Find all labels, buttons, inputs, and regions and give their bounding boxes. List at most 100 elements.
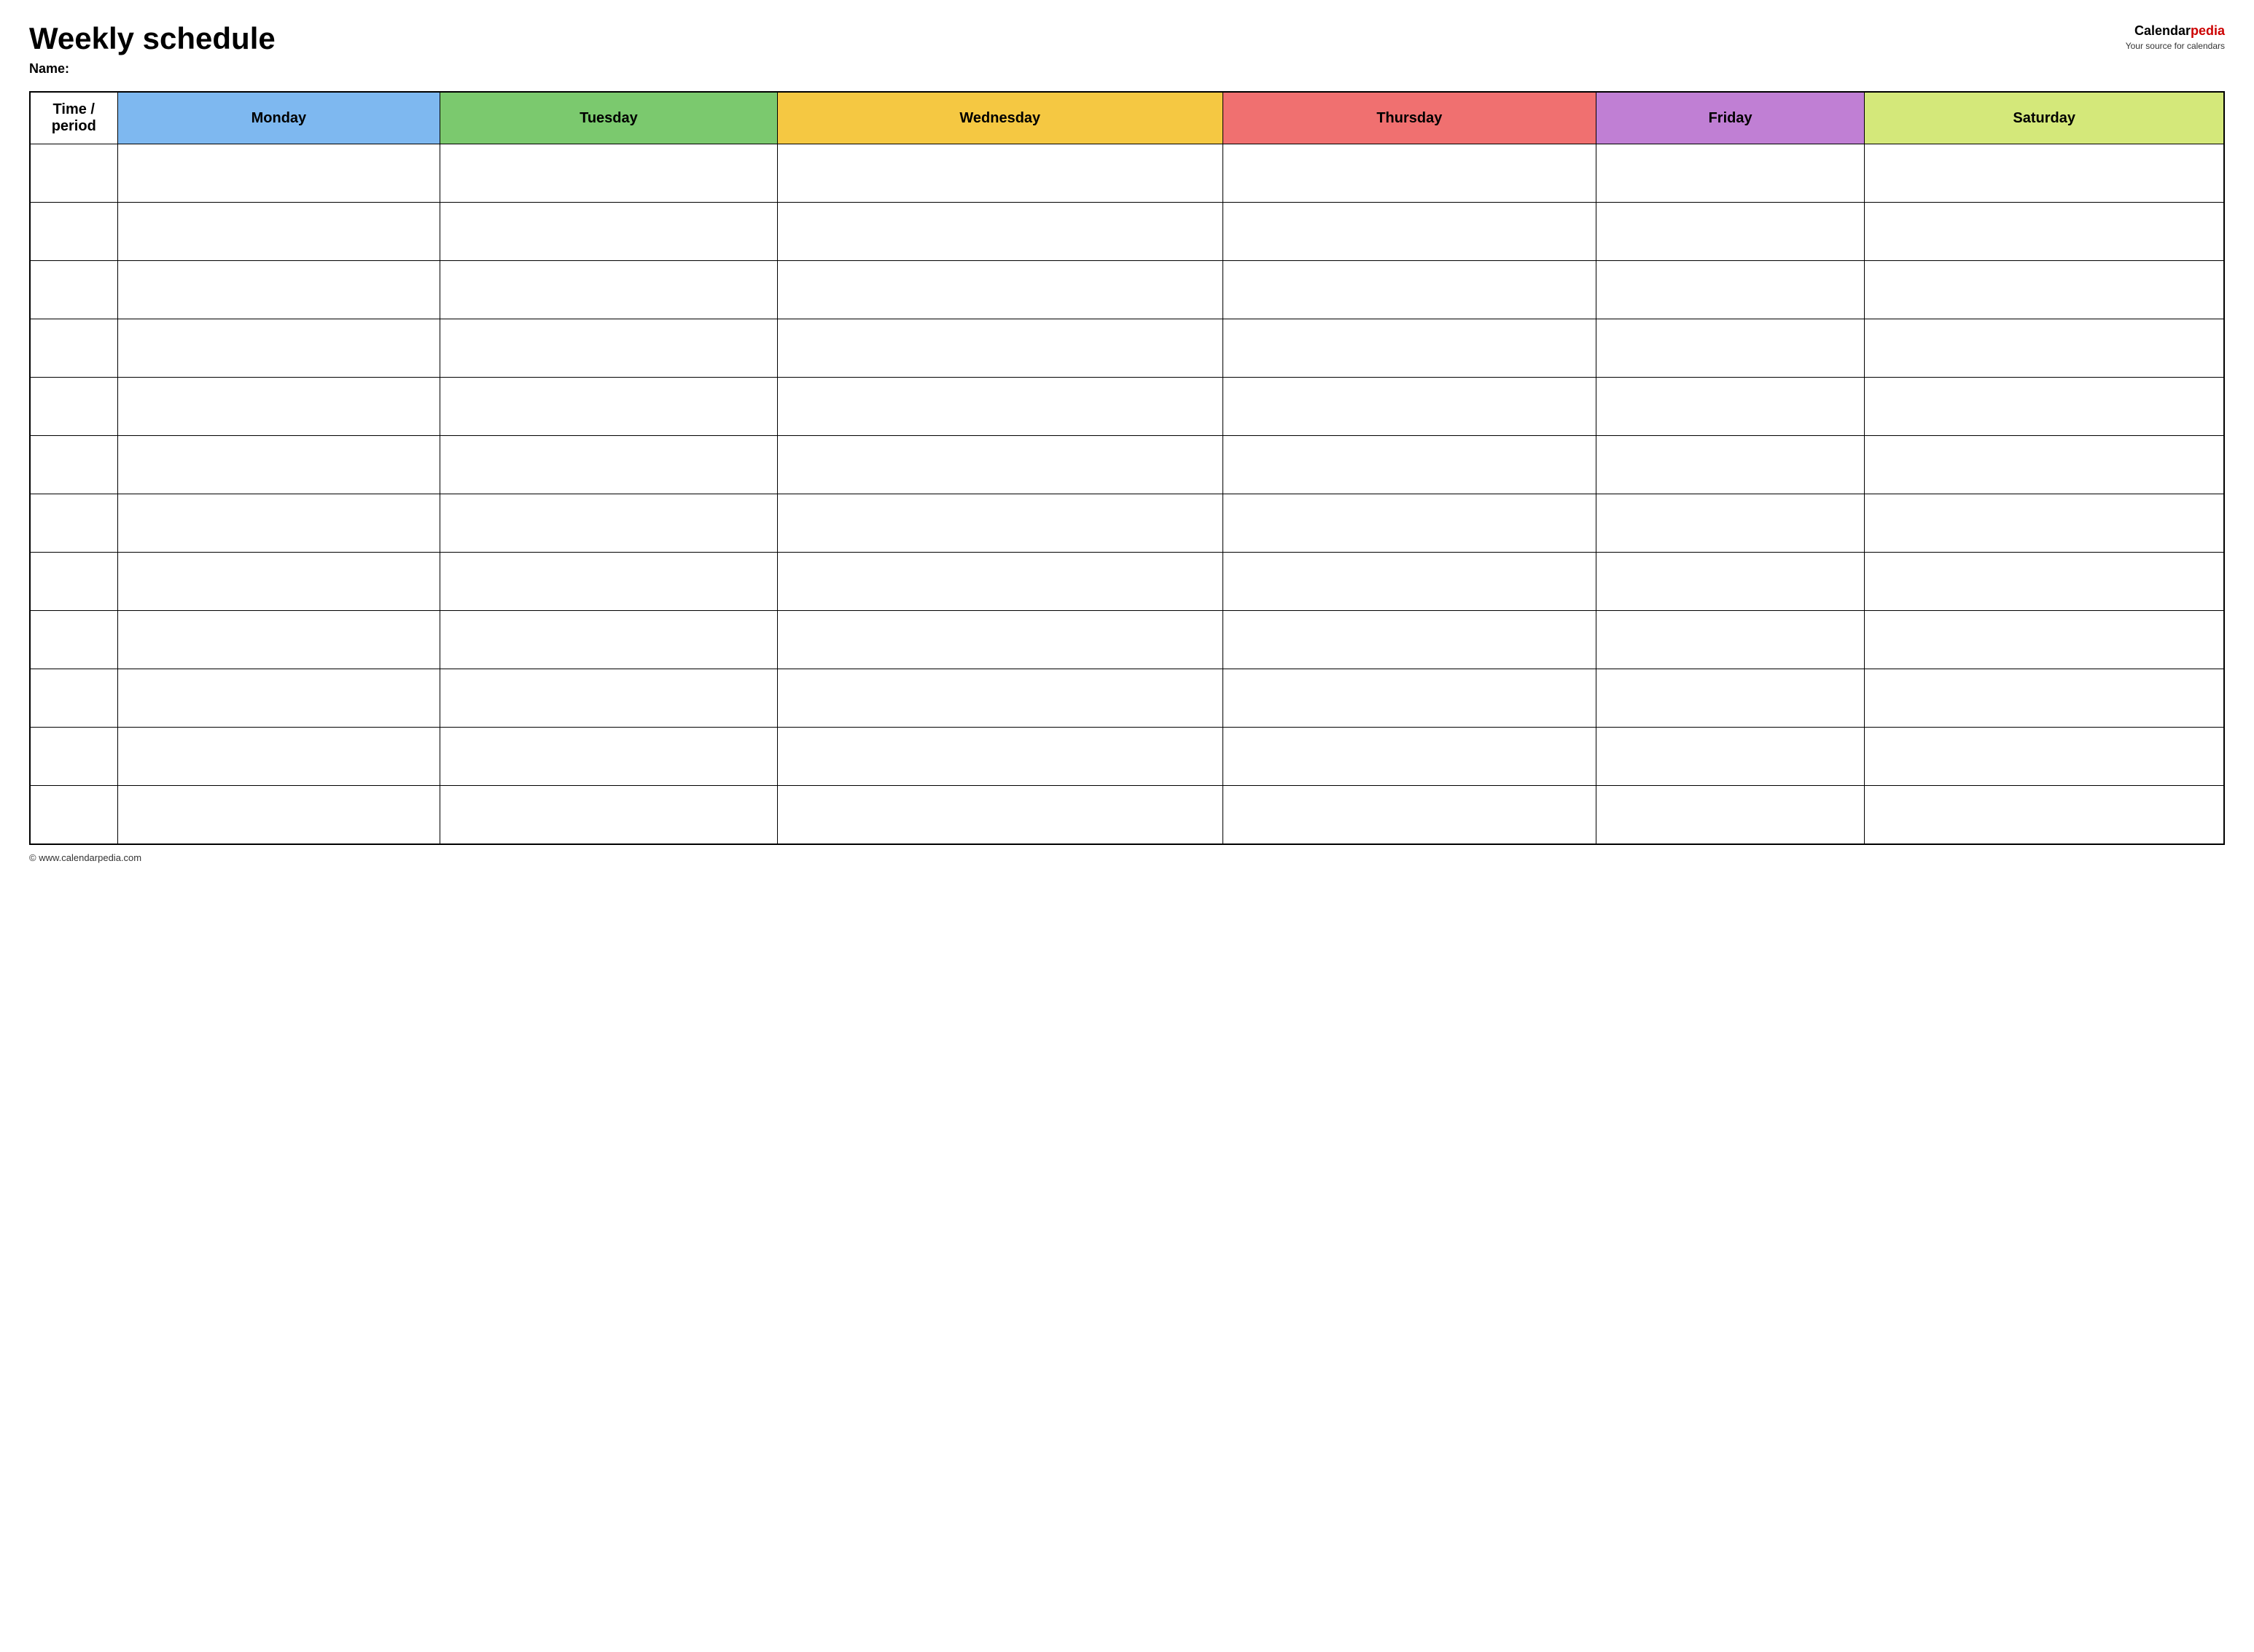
schedule-cell[interactable] <box>1596 669 1864 728</box>
schedule-cell[interactable] <box>1222 786 1596 844</box>
schedule-cell[interactable] <box>1865 436 2224 494</box>
schedule-cell[interactable] <box>1865 494 2224 553</box>
time-cell[interactable] <box>30 203 117 261</box>
schedule-cell[interactable] <box>1596 494 1864 553</box>
schedule-cell[interactable] <box>440 378 777 436</box>
schedule-cell[interactable] <box>777 319 1222 378</box>
schedule-cell[interactable] <box>1865 203 2224 261</box>
logo-brand: Calendarpedia <box>2126 22 2225 40</box>
schedule-cell[interactable] <box>1596 144 1864 203</box>
schedule-cell[interactable] <box>1222 319 1596 378</box>
schedule-cell[interactable] <box>1222 261 1596 319</box>
schedule-cell[interactable] <box>117 144 440 203</box>
schedule-cell[interactable] <box>117 494 440 553</box>
schedule-cell[interactable] <box>440 494 777 553</box>
time-cell[interactable] <box>30 436 117 494</box>
schedule-cell[interactable] <box>1865 611 2224 669</box>
schedule-cell[interactable] <box>440 261 777 319</box>
schedule-cell[interactable] <box>1596 728 1864 786</box>
logo-calendar-prefix: Calendar <box>2134 23 2191 38</box>
schedule-cell[interactable] <box>777 144 1222 203</box>
schedule-cell[interactable] <box>117 319 440 378</box>
schedule-cell[interactable] <box>440 786 777 844</box>
schedule-cell[interactable] <box>117 669 440 728</box>
schedule-cell[interactable] <box>777 378 1222 436</box>
col-header-wednesday: Wednesday <box>777 92 1222 144</box>
time-cell[interactable] <box>30 378 117 436</box>
schedule-cell[interactable] <box>1596 378 1864 436</box>
schedule-cell[interactable] <box>777 494 1222 553</box>
schedule-cell[interactable] <box>440 611 777 669</box>
schedule-cell[interactable] <box>117 553 440 611</box>
schedule-cell[interactable] <box>1865 786 2224 844</box>
schedule-cell[interactable] <box>1596 203 1864 261</box>
schedule-cell[interactable] <box>1222 494 1596 553</box>
time-cell[interactable] <box>30 669 117 728</box>
schedule-cell[interactable] <box>777 203 1222 261</box>
col-header-saturday: Saturday <box>1865 92 2224 144</box>
schedule-cell[interactable] <box>1865 669 2224 728</box>
title-area: Weekly schedule Name: <box>29 22 276 77</box>
table-row <box>30 436 2224 494</box>
schedule-cell[interactable] <box>777 261 1222 319</box>
col-header-monday: Monday <box>117 92 440 144</box>
footer: © www.calendarpedia.com <box>29 852 2225 863</box>
schedule-cell[interactable] <box>777 728 1222 786</box>
table-body <box>30 144 2224 844</box>
table-row <box>30 553 2224 611</box>
schedule-cell[interactable] <box>117 786 440 844</box>
time-cell[interactable] <box>30 144 117 203</box>
schedule-cell[interactable] <box>117 436 440 494</box>
schedule-cell[interactable] <box>117 261 440 319</box>
schedule-cell[interactable] <box>440 553 777 611</box>
schedule-cell[interactable] <box>117 728 440 786</box>
time-cell[interactable] <box>30 728 117 786</box>
schedule-cell[interactable] <box>777 786 1222 844</box>
logo-pedia: pedia <box>2191 23 2225 38</box>
schedule-cell[interactable] <box>1865 728 2224 786</box>
table-row <box>30 611 2224 669</box>
time-cell[interactable] <box>30 611 117 669</box>
schedule-cell[interactable] <box>1222 669 1596 728</box>
schedule-cell[interactable] <box>1865 553 2224 611</box>
schedule-cell[interactable] <box>1596 786 1864 844</box>
schedule-cell[interactable] <box>1222 553 1596 611</box>
time-cell[interactable] <box>30 494 117 553</box>
time-cell[interactable] <box>30 553 117 611</box>
schedule-cell[interactable] <box>777 553 1222 611</box>
schedule-cell[interactable] <box>1865 319 2224 378</box>
schedule-cell[interactable] <box>440 144 777 203</box>
schedule-cell[interactable] <box>1596 553 1864 611</box>
schedule-cell[interactable] <box>1222 436 1596 494</box>
schedule-cell[interactable] <box>440 203 777 261</box>
schedule-cell[interactable] <box>1222 378 1596 436</box>
table-row <box>30 494 2224 553</box>
schedule-cell[interactable] <box>117 203 440 261</box>
schedule-cell[interactable] <box>1596 319 1864 378</box>
time-cell[interactable] <box>30 786 117 844</box>
schedule-cell[interactable] <box>440 319 777 378</box>
table-row <box>30 669 2224 728</box>
schedule-cell[interactable] <box>777 436 1222 494</box>
schedule-cell[interactable] <box>117 611 440 669</box>
col-header-tuesday: Tuesday <box>440 92 777 144</box>
time-cell[interactable] <box>30 261 117 319</box>
schedule-cell[interactable] <box>1596 611 1864 669</box>
schedule-cell[interactable] <box>1222 144 1596 203</box>
logo-area: Calendarpedia Your source for calendars <box>2126 22 2225 52</box>
schedule-cell[interactable] <box>777 669 1222 728</box>
schedule-cell[interactable] <box>440 669 777 728</box>
schedule-cell[interactable] <box>1596 261 1864 319</box>
schedule-cell[interactable] <box>117 378 440 436</box>
schedule-cell[interactable] <box>1596 436 1864 494</box>
schedule-cell[interactable] <box>777 611 1222 669</box>
schedule-cell[interactable] <box>440 436 777 494</box>
schedule-cell[interactable] <box>1222 203 1596 261</box>
schedule-cell[interactable] <box>1222 728 1596 786</box>
schedule-cell[interactable] <box>1865 378 2224 436</box>
schedule-cell[interactable] <box>1865 144 2224 203</box>
time-cell[interactable] <box>30 319 117 378</box>
schedule-cell[interactable] <box>1865 261 2224 319</box>
schedule-cell[interactable] <box>1222 611 1596 669</box>
schedule-cell[interactable] <box>440 728 777 786</box>
